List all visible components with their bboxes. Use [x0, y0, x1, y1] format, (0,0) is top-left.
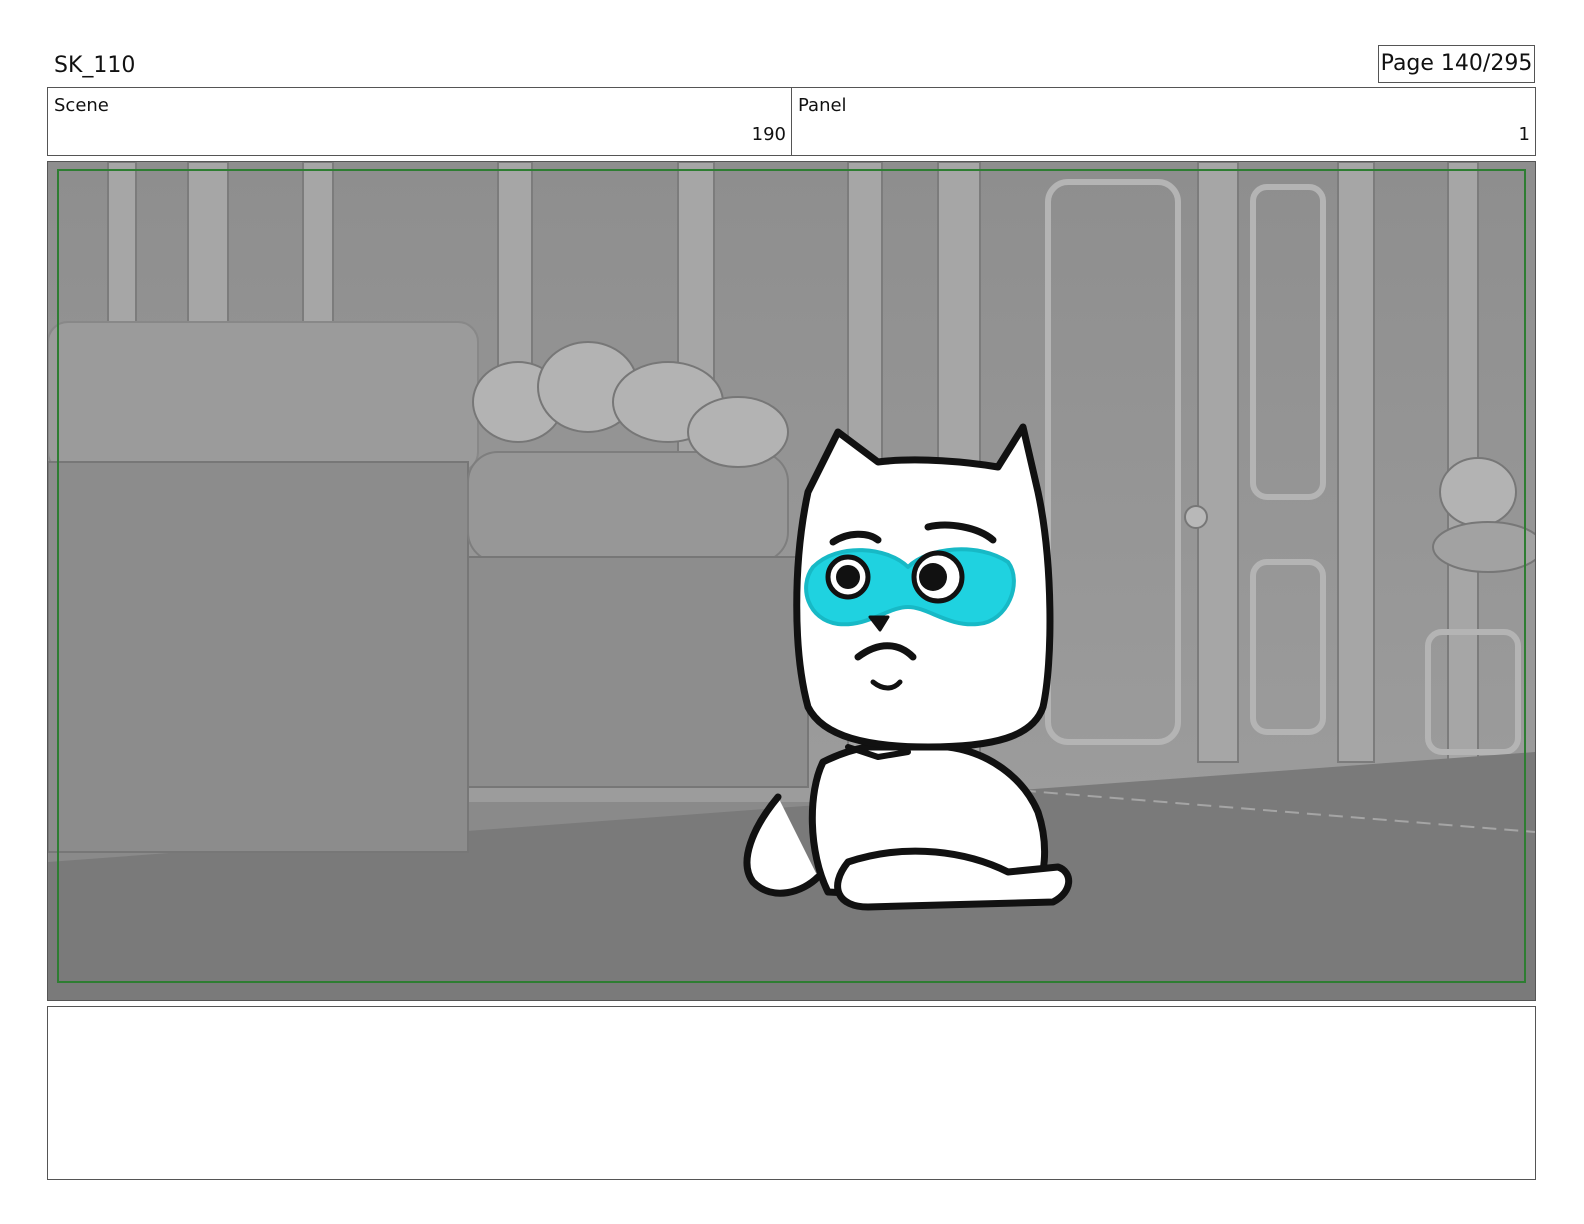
scene-panel-info-row: Scene 190 Panel 1: [47, 87, 1536, 156]
scene-label: Scene: [54, 95, 109, 116]
project-code: SK_110: [54, 53, 136, 78]
storyboard-drawing: [48, 162, 1535, 1000]
panel-label: Panel: [798, 95, 847, 116]
panel-cell: Panel 1: [791, 88, 1535, 155]
wall-planter: [1432, 521, 1535, 573]
storyboard-panel-frame: [47, 161, 1536, 1001]
scene-cell: Scene 190: [48, 88, 791, 155]
door-knob: [1184, 505, 1208, 529]
panel-value: 1: [1518, 124, 1530, 145]
scene-value: 190: [751, 124, 786, 145]
page-number-box: Page 140/295: [1378, 45, 1535, 83]
panel-notes-box: [47, 1006, 1536, 1180]
page-number: Page 140/295: [1380, 51, 1533, 76]
